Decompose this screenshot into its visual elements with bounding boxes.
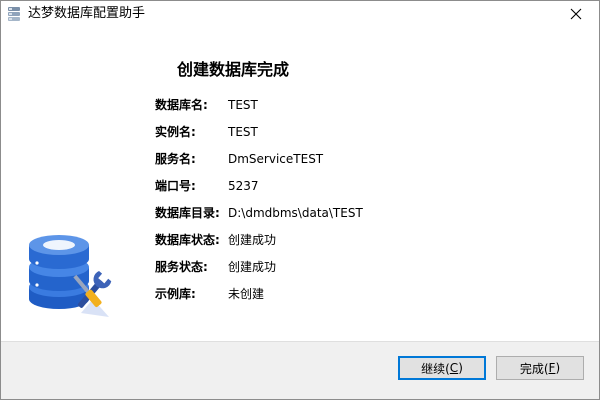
finish-accesskey: F — [548, 361, 556, 375]
info-label: 实例名: — [155, 125, 196, 139]
dialog-window: 达梦数据库配置助手 创建数据库完成 数据库名: TEST 实例名: TEST 服… — [0, 0, 600, 400]
database-wrench-icon — [29, 235, 112, 317]
continue-accesskey: C — [449, 361, 459, 375]
close-icon — [570, 8, 582, 20]
continue-label-end: ) — [458, 361, 463, 375]
info-value: 未创建 — [228, 287, 265, 301]
info-value: TEST — [228, 98, 258, 112]
finish-label-end: ) — [555, 361, 561, 375]
button-bar: 继续(C) 完成(F) — [1, 341, 599, 399]
info-label: 示例库: — [155, 287, 196, 301]
continue-label: 继续( — [421, 361, 450, 376]
info-value: TEST — [228, 125, 258, 139]
page-title: 创建数据库完成 — [177, 60, 290, 79]
content-area: 创建数据库完成 数据库名: TEST 实例名: TEST 服务名: DmServ… — [1, 27, 599, 341]
window-title: 达梦数据库配置助手 — [28, 6, 146, 21]
info-label: 数据库目录: — [155, 206, 220, 220]
title-bar[interactable]: 达梦数据库配置助手 — [1, 1, 599, 27]
database-stack-icon — [8, 7, 20, 21]
info-label: 端口号: — [155, 179, 196, 193]
info-value: 创建成功 — [228, 233, 277, 247]
close-button[interactable] — [553, 1, 599, 27]
info-label: 服务名: — [155, 152, 196, 166]
info-label: 服务状态: — [155, 260, 208, 274]
info-value: D:\dmdbms\data\TEST — [228, 206, 363, 220]
finish-button[interactable]: 完成(F) — [496, 356, 584, 380]
info-label: 数据库名: — [155, 98, 208, 112]
info-value: 5237 — [228, 179, 259, 193]
continue-button[interactable]: 继续(C) — [398, 356, 486, 380]
info-label: 数据库状态: — [155, 233, 220, 247]
finish-label: 完成( — [519, 361, 549, 376]
info-value: DmServiceTEST — [228, 152, 324, 166]
info-value: 创建成功 — [228, 260, 277, 274]
